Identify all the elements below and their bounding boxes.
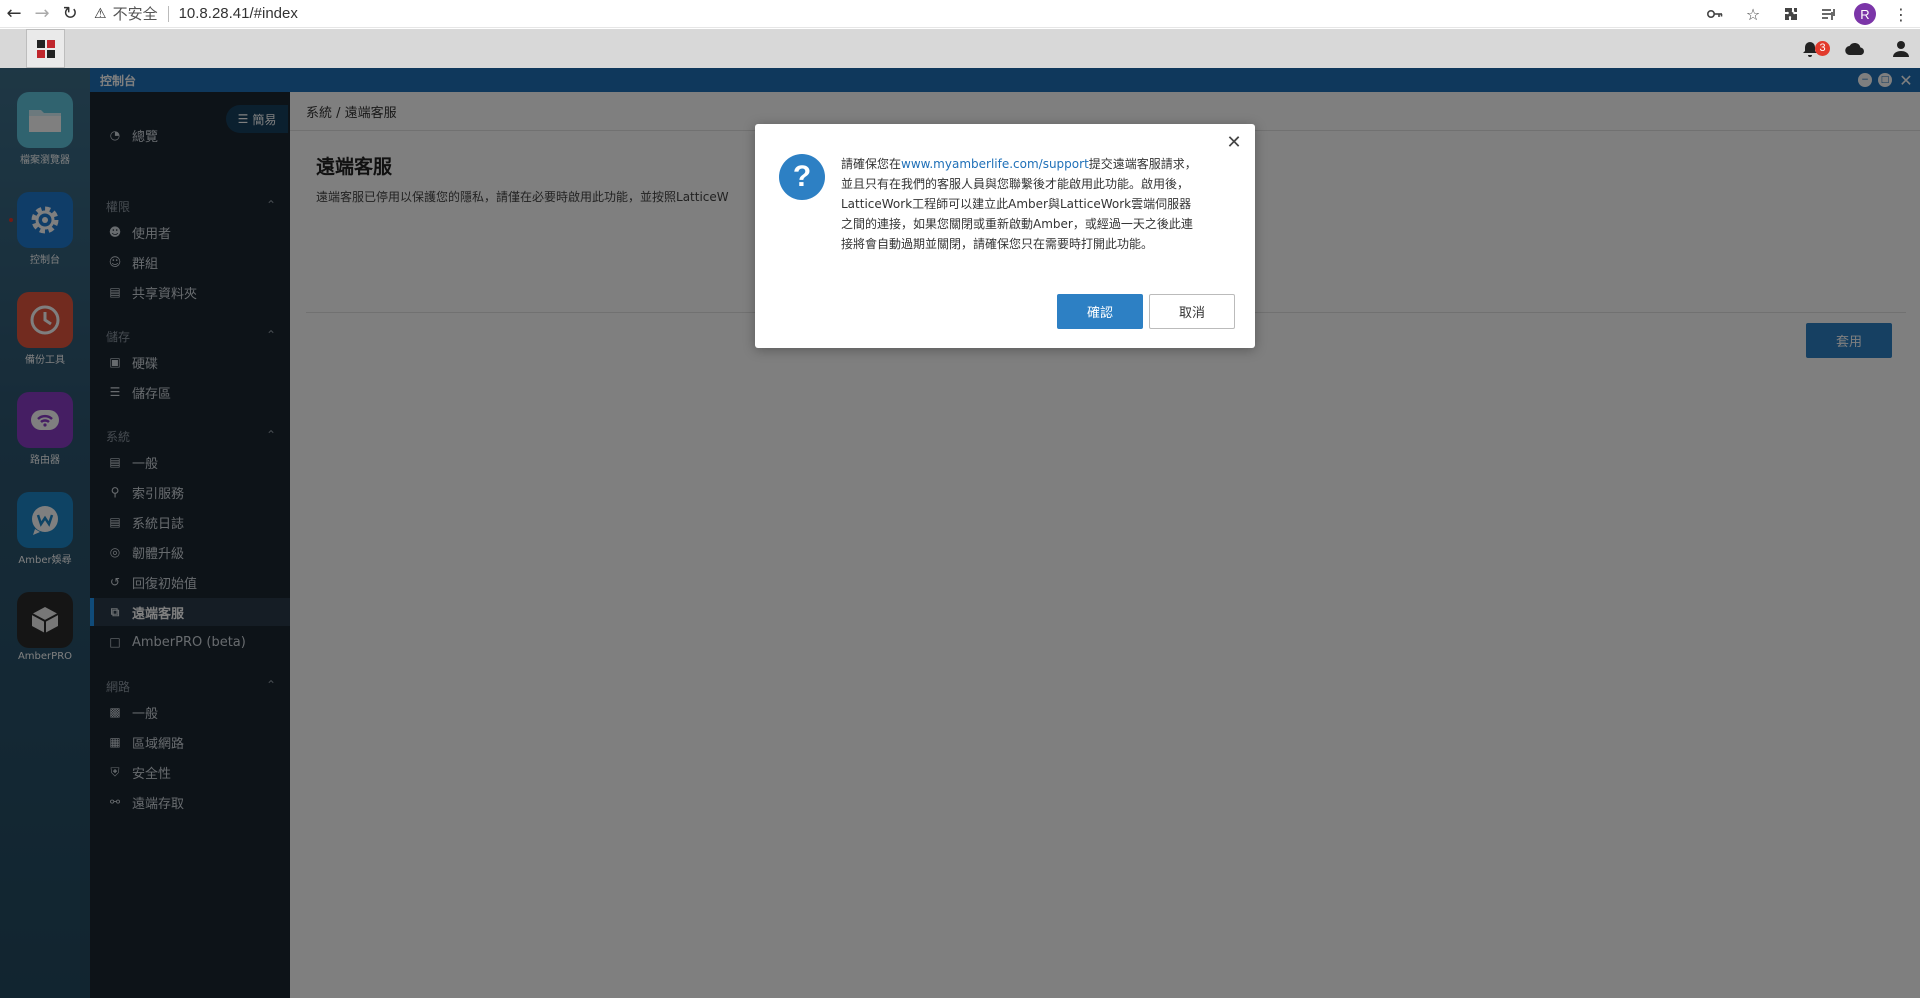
notification-button[interactable]: 3 [1798,37,1830,61]
confirm-button[interactable]: 確認 [1057,294,1143,329]
start-menu-button[interactable] [26,29,65,68]
back-icon[interactable]: ← [0,0,28,28]
message-prefix: 請確保您在 [841,157,902,171]
cancel-button[interactable]: 取消 [1149,294,1235,329]
reload-icon[interactable]: ↻ [56,0,84,28]
confirm-dialog: ✕ ? 請確保您在www.myamberlife.com/support提交遠端… [755,124,1255,348]
logo-icon [36,39,55,58]
profile-avatar[interactable]: R [1854,3,1876,25]
extensions-icon[interactable] [1778,1,1804,27]
star-icon[interactable]: ☆ [1740,1,1766,27]
address-bar[interactable]: ⚠ 不安全 10.8.28.41/#index [94,2,298,26]
reading-list-icon[interactable] [1816,1,1842,27]
close-icon[interactable]: ✕ [1225,134,1243,152]
question-icon: ? [779,154,825,200]
forward-icon[interactable]: → [28,0,56,28]
nas-topbar: 3 [0,29,1920,68]
user-icon[interactable] [1888,36,1914,62]
message-suffix: 提交遠端客服請求，並且只有在我們的客服人員與您聯繫後才能啟用此功能。啟用後，La… [841,157,1197,251]
key-icon[interactable] [1702,1,1728,27]
cloud-icon[interactable] [1842,36,1868,62]
url-text[interactable]: 10.8.28.41/#index [179,5,298,22]
browser-toolbar: ← → ↻ ⚠ 不安全 10.8.28.41/#index ☆ R ⋮ [0,0,1920,28]
url-separator [167,5,169,22]
support-link[interactable]: www.myamberlife.com/support [901,157,1089,171]
dialog-message: 請確保您在www.myamberlife.com/support提交遠端客服請求… [841,154,1201,254]
more-menu-icon[interactable]: ⋮ [1888,1,1914,27]
warning-icon: ⚠ [94,5,107,21]
insecure-label: 不安全 [112,6,158,23]
notification-badge: 3 [1815,40,1830,56]
